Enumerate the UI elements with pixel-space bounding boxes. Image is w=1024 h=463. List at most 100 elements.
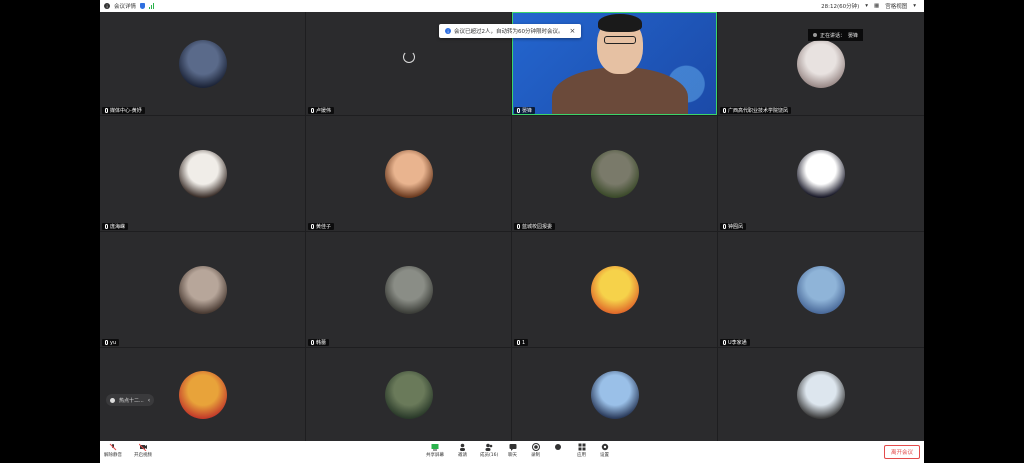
participant-name-tag: 庞海嵘 [102, 223, 129, 230]
participant-name: 广西高代职业技术学院饶凤 [728, 108, 789, 114]
collapse-label: 热点十二... [119, 397, 144, 404]
participant-name-tag: 1 [514, 339, 529, 346]
members-button[interactable]: 成员(16) [480, 443, 498, 458]
microphone-icon [311, 224, 314, 229]
chevron-left-icon[interactable]: ‹ [148, 397, 150, 404]
participant-name: 黄佳子 [316, 224, 332, 230]
participant-name: 韩蕾 [316, 340, 327, 346]
participant-grid: 媒体中心-黄妤 卢媛伟 晏锋 广西高代职业技术学院饶凤 庞海嵘 黄佳子 蓝城校园报委 钟囿凤 y… [100, 12, 924, 441]
speaking-name: 晏锋 [848, 32, 859, 39]
network-signal-icon[interactable] [149, 3, 155, 9]
members-icon [485, 443, 493, 451]
mute-label: 解除静音 [104, 453, 122, 458]
time-limit-notification: i 会议已超过2人，自动转为60分钟限时会议。 × [439, 24, 582, 38]
participant-name-tag: 晏锋 [514, 107, 536, 114]
share-label: 共享屏幕 [426, 453, 444, 458]
avatar [384, 370, 433, 419]
participant-name: 卢媛伟 [316, 108, 332, 114]
members-label: 成员(16) [480, 453, 499, 458]
extra-button[interactable] [554, 443, 562, 452]
speaking-label: 正在讲话： [820, 32, 846, 39]
chevron-down-icon[interactable]: ▾ [913, 3, 916, 9]
invite-button[interactable]: 邀请 [458, 443, 467, 458]
info-icon[interactable]: i [104, 3, 110, 9]
video-label: 开启视频 [134, 453, 152, 458]
participant-name-tag: yu [102, 339, 120, 346]
microphone-icon [311, 108, 314, 113]
view-mode-button[interactable]: 宫格视图 [885, 2, 907, 10]
participant-tile[interactable]: U李家通 [718, 232, 924, 347]
security-shield-icon[interactable] [140, 3, 146, 9]
participant-tile[interactable]: 广西高代职业技术学院饶凤 [718, 12, 924, 115]
participant-name: 媒体中心-黄妤 [110, 108, 142, 114]
share-screen-button[interactable]: 共享屏幕 [426, 443, 444, 458]
microphone-icon [517, 224, 520, 229]
start-video-button[interactable]: 开启视频 [134, 443, 152, 458]
participant-tile[interactable]: yu [100, 232, 305, 347]
invite-user-icon [459, 443, 465, 451]
apps-grid-icon [578, 443, 585, 451]
participant-tile[interactable]: 1 [512, 232, 717, 347]
mute-button[interactable]: 解除静音 [104, 443, 122, 458]
bottom-toolbar: 解除静音 开启视频 共享屏幕 邀请 成员(16) 聊天 录制 应用 设置 离开会… [100, 441, 924, 463]
camera-off-icon [139, 443, 147, 451]
microphone-icon [517, 340, 520, 345]
avatar [178, 370, 227, 419]
participant-tile[interactable] [512, 348, 717, 441]
avatar [384, 149, 433, 198]
gear-icon [601, 443, 608, 451]
avatar-icon [110, 397, 115, 403]
avatar [590, 149, 639, 198]
meeting-window: i 会议详情 28:12(60分钟) ▾ ▦ 宫格视图 ▾ 媒体中心-黄妤 卢媛伟… [100, 0, 924, 463]
microphone-icon [311, 340, 314, 345]
microphone-icon [517, 108, 520, 113]
participant-tile[interactable] [718, 348, 924, 441]
participant-name-tag: 黄佳子 [308, 223, 335, 230]
participant-name: 钟囿凤 [728, 224, 744, 230]
record-button[interactable]: 录制 [531, 443, 540, 458]
avatar [797, 39, 845, 88]
participant-name: 1 [522, 339, 526, 346]
participant-name: 庞海嵘 [110, 224, 126, 230]
settings-button[interactable]: 设置 [600, 443, 609, 458]
close-icon[interactable]: × [570, 27, 576, 35]
record-icon [531, 443, 540, 451]
info-icon: i [445, 28, 451, 34]
participant-name: 晏锋 [522, 108, 533, 114]
top-bar-left: i 会议详情 [100, 2, 155, 10]
microphone-icon [723, 224, 726, 229]
effects-icon [555, 444, 561, 450]
avatar [797, 370, 845, 419]
chat-button[interactable]: 聊天 [508, 443, 517, 458]
participant-name: yu [110, 339, 117, 346]
meeting-info-link[interactable]: 会议详情 [114, 2, 136, 10]
avatar [797, 149, 845, 198]
participant-tile[interactable]: 黄佳子 [306, 116, 511, 231]
participant-name: U李家通 [728, 340, 747, 346]
top-bar: i 会议详情 28:12(60分钟) ▾ ▦ 宫格视图 ▾ [100, 0, 924, 12]
avatar [178, 39, 227, 88]
settings-label: 设置 [600, 453, 609, 458]
leave-meeting-button[interactable]: 离开会议 [883, 445, 920, 459]
chat-icon [509, 444, 516, 451]
apps-button[interactable]: 应用 [577, 443, 586, 458]
participant-name: 蓝城校园报委 [522, 224, 553, 230]
collapse-panel-button[interactable]: 热点十二... ‹ [106, 394, 155, 406]
participant-tile[interactable]: 庞海嵘 [100, 116, 305, 231]
invite-label: 邀请 [458, 453, 467, 458]
participant-tile[interactable]: 韩蕾 [306, 232, 511, 347]
participant-tile[interactable]: 钟囿凤 [718, 116, 924, 231]
participant-tile[interactable] [306, 348, 511, 441]
participant-tile[interactable]: 媒体中心-黄妤 [100, 12, 305, 115]
chat-label: 聊天 [508, 453, 517, 458]
participant-tile[interactable]: 蓝城校园报委 [512, 116, 717, 231]
share-screen-icon [431, 444, 439, 451]
chevron-down-icon[interactable]: ▾ [865, 3, 868, 9]
participant-name-tag: 蓝城校园报委 [514, 223, 556, 230]
grid-view-icon[interactable]: ▦ [874, 3, 879, 9]
avatar [178, 265, 227, 314]
notification-text: 会议已超过2人，自动转为60分钟限时会议。 [454, 29, 564, 35]
microphone-icon [723, 108, 726, 113]
participant-name-tag: 广西高代职业技术学院饶凤 [720, 107, 792, 114]
speaking-indicator: 正在讲话： 晏锋 [808, 29, 864, 41]
